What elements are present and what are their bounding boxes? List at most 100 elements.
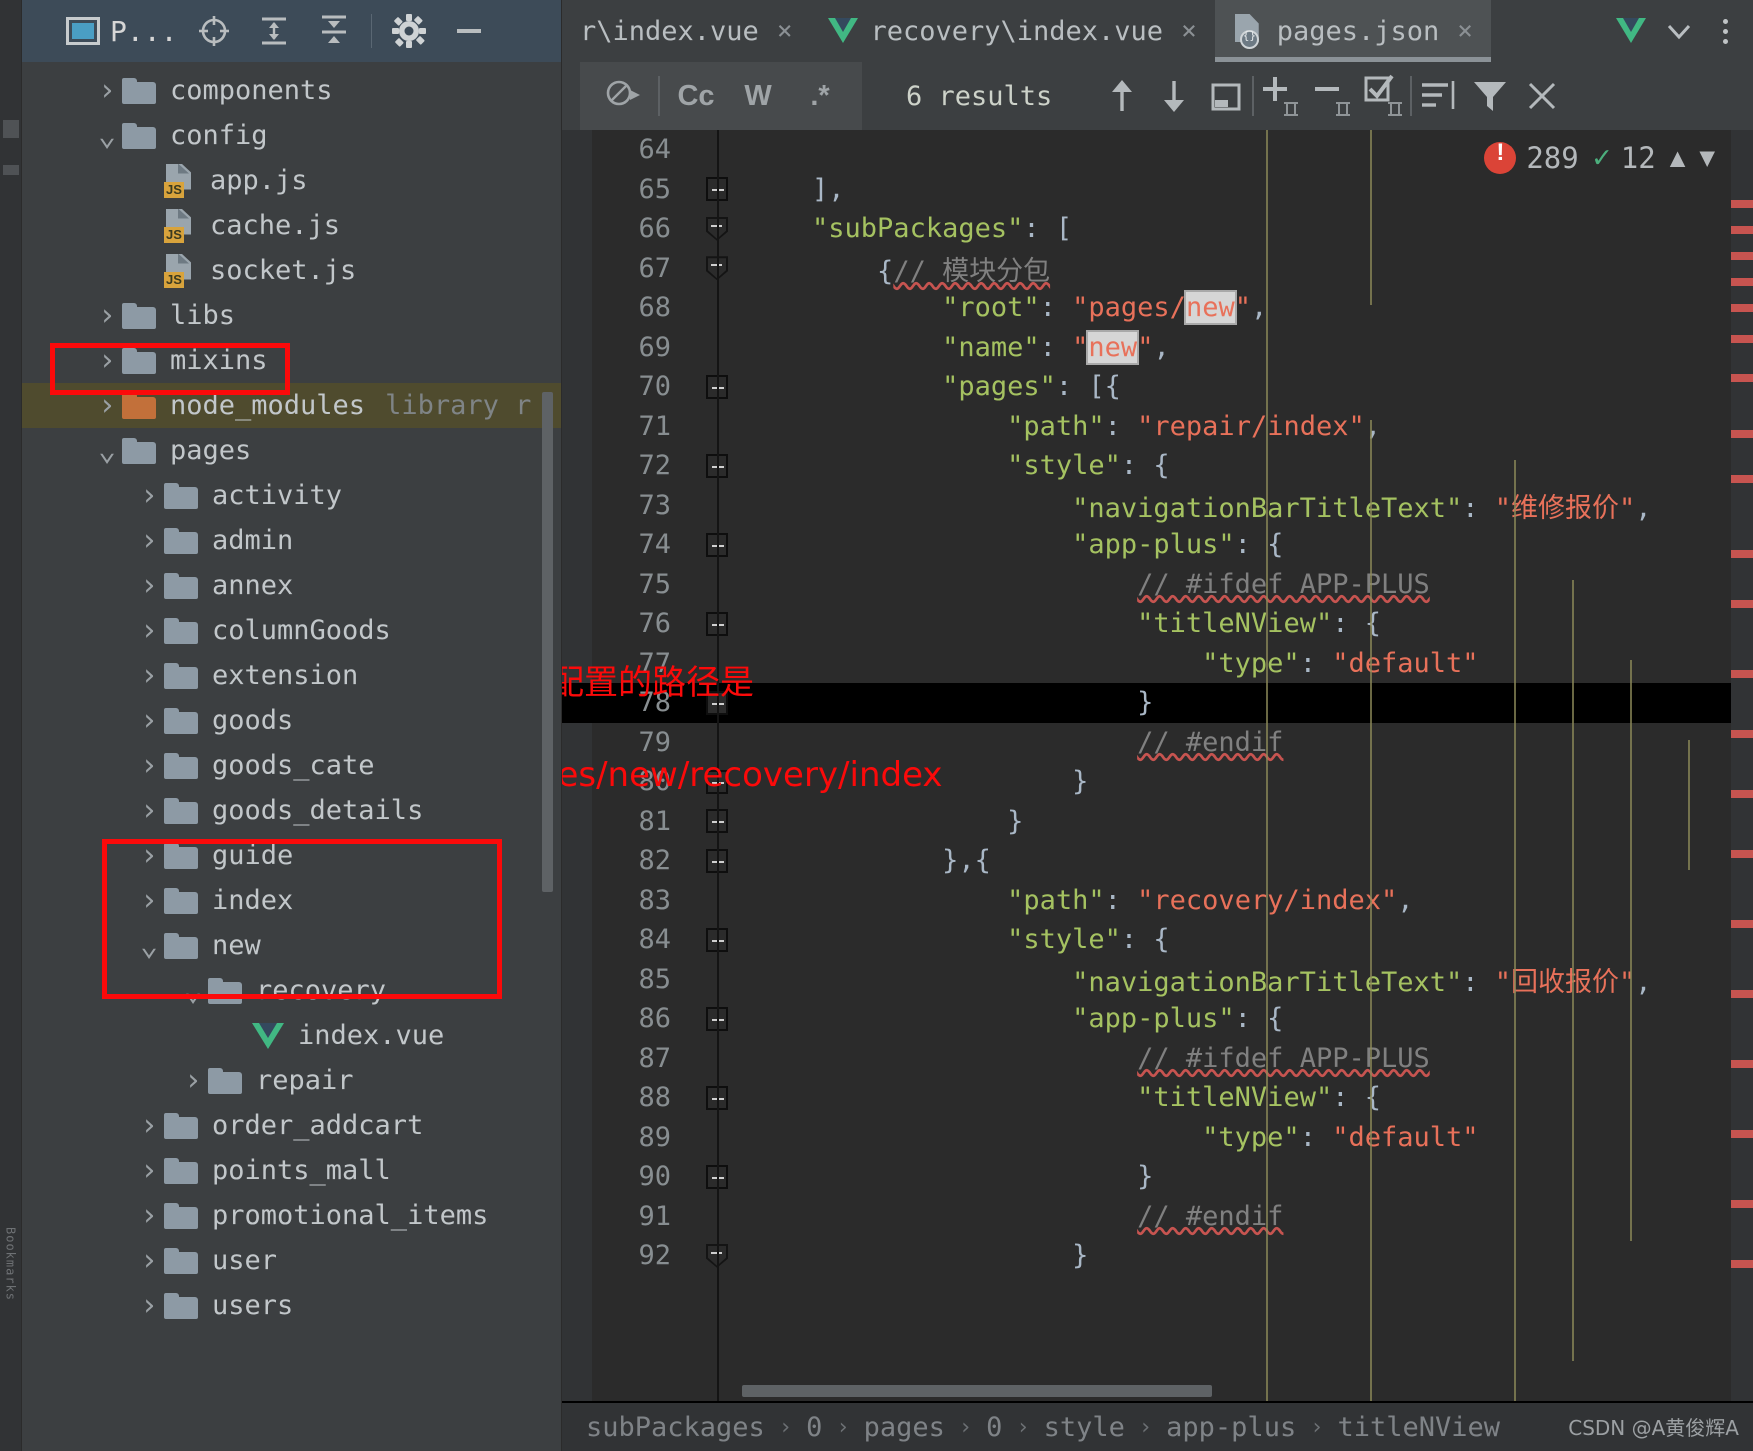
chevron-down-icon[interactable]: ⌄	[134, 930, 164, 960]
chevron-right-icon[interactable]: ›	[92, 388, 122, 423]
chevron-right-icon[interactable]: ›	[134, 1108, 164, 1143]
arrow-down-icon[interactable]	[1148, 70, 1200, 122]
tree-item-index-vue[interactable]: ›index.vue	[22, 1013, 561, 1058]
chevron-right-icon[interactable]: ›	[134, 658, 164, 693]
error-count-badge[interactable]: 289	[1484, 139, 1579, 175]
close-icon[interactable]	[1516, 70, 1568, 122]
vue-indicator-icon[interactable]	[1609, 9, 1653, 53]
scrollbar-thumb[interactable]	[742, 1385, 1212, 1397]
code-line[interactable]: 68 "root": "pages/new",	[562, 288, 1753, 328]
select-in-editor-icon[interactable]	[1200, 70, 1252, 122]
tree-item-recovery[interactable]: ⌄ recovery	[22, 968, 561, 1013]
chevron-right-icon[interactable]: ›	[134, 613, 164, 648]
tree-item-new[interactable]: ⌄ new	[22, 923, 561, 968]
code-line[interactable]: 91 // #endif	[562, 1197, 1753, 1237]
tree-item-promotional-items[interactable]: › promotional_items	[22, 1193, 561, 1238]
expand-all-icon[interactable]	[251, 8, 297, 54]
bookmarks-tool-label[interactable]: Bookmarks	[4, 1227, 18, 1301]
tree-item-annex[interactable]: › annex	[22, 563, 561, 608]
minimize-icon[interactable]	[446, 8, 492, 54]
code-line[interactable]: 74 "app-plus": {	[562, 525, 1753, 565]
tree-item-columngoods[interactable]: › columnGoods	[22, 608, 561, 653]
chevron-right-icon[interactable]: ›	[134, 523, 164, 558]
chevron-right-icon[interactable]: ›	[134, 1288, 164, 1323]
code-line[interactable]: 81 }	[562, 802, 1753, 842]
close-icon[interactable]: ×	[777, 16, 793, 46]
sort-icon[interactable]	[1412, 70, 1464, 122]
project-file-tree[interactable]: › components ⌄ config › JS app.js › JS cache.js › J…	[22, 62, 561, 1451]
code-line[interactable]: 73 "navigationBarTitleText": "维修报价",	[562, 486, 1753, 526]
chevron-right-icon[interactable]: ›	[134, 793, 164, 828]
code-line[interactable]: 66 "subPackages": [	[562, 209, 1753, 249]
breadcrumb-item[interactable]: 0	[986, 1412, 1002, 1443]
tree-item-socket-js[interactable]: ›JSsocket.js	[22, 248, 561, 293]
regex-toggle[interactable]: .*	[794, 70, 846, 122]
check-all-icon[interactable]	[1358, 70, 1410, 122]
tree-item-user[interactable]: › user	[22, 1238, 561, 1283]
code-line[interactable]: 65 ],	[562, 170, 1753, 210]
chevron-right-icon[interactable]: ›	[134, 838, 164, 873]
collapse-all-icon[interactable]	[311, 8, 357, 54]
chevron-right-icon[interactable]: ›	[134, 1243, 164, 1278]
code-line[interactable]: 69 "name": "new",	[562, 328, 1753, 368]
code-editor[interactable]: 64 65 ], 66 "subPackages": [67 {// 模块分包 68 …	[562, 130, 1753, 1401]
tree-item-users[interactable]: › users	[22, 1283, 561, 1328]
chevron-right-icon[interactable]: ›	[92, 343, 122, 378]
chevron-down-icon[interactable]	[1657, 9, 1701, 53]
chevron-down-icon[interactable]: ⌄	[178, 975, 208, 1005]
chevron-right-icon[interactable]: ›	[134, 568, 164, 603]
close-icon[interactable]: ×	[1181, 16, 1197, 46]
code-line[interactable]: 89 "type": "default"	[562, 1118, 1753, 1158]
warning-count-badge[interactable]: ✓ 12	[1593, 140, 1656, 175]
code-line[interactable]: 85 "navigationBarTitleText": "回收报价",	[562, 960, 1753, 1000]
match-case-toggle[interactable]: Cc	[670, 70, 722, 122]
locate-icon[interactable]	[191, 8, 237, 54]
breadcrumb-item[interactable]: pages	[864, 1412, 945, 1443]
breadcrumb-item[interactable]: titleNView	[1337, 1412, 1500, 1443]
breadcrumb-item[interactable]: app-plus	[1166, 1412, 1296, 1443]
sidebar-scrollbar[interactable]	[542, 392, 553, 892]
tree-item-admin[interactable]: › admin	[22, 518, 561, 563]
gear-icon[interactable]	[386, 8, 432, 54]
breadcrumb-item[interactable]: subPackages	[586, 1412, 765, 1443]
horizontal-scrollbar[interactable]	[742, 1385, 1723, 1397]
code-line[interactable]: 72 "style": {	[562, 446, 1753, 486]
kebab-icon[interactable]	[1705, 9, 1745, 53]
tree-item-index[interactable]: › index	[22, 878, 561, 923]
code-line[interactable]: 82 },{	[562, 841, 1753, 881]
tree-item-guide[interactable]: › guide	[22, 833, 561, 878]
tree-item-app-js[interactable]: ›JSapp.js	[22, 158, 561, 203]
tree-item-activity[interactable]: › activity	[22, 473, 561, 518]
code-line[interactable]: 86 "app-plus": {	[562, 999, 1753, 1039]
tree-item-pages[interactable]: ⌄ pages	[22, 428, 561, 473]
tree-item-goods-details[interactable]: › goods_details	[22, 788, 561, 833]
tree-item-node-modules[interactable]: › node_modules library r	[22, 383, 561, 428]
remove-all-icon[interactable]	[1306, 70, 1358, 122]
code-line[interactable]: 92 }	[562, 1236, 1753, 1276]
chevron-down-icon[interactable]: ⌄	[92, 120, 122, 150]
code-line[interactable]: 83 "path": "recovery/index",	[562, 881, 1753, 921]
breadcrumb-item[interactable]: style	[1044, 1412, 1125, 1443]
tree-item-repair[interactable]: › repair	[22, 1058, 561, 1103]
tab-repair-index-vue[interactable]: r\index.vue ×	[562, 0, 811, 62]
tree-item-points-mall[interactable]: › points_mall	[22, 1148, 561, 1193]
chevron-right-icon[interactable]: ›	[134, 883, 164, 918]
error-stripe[interactable]	[1731, 130, 1753, 1401]
chevron-right-icon[interactable]: ›	[134, 1153, 164, 1188]
code-line[interactable]: 70 "pages": [{	[562, 367, 1753, 407]
tab-recovery-index-vue[interactable]: recovery\index.vue ×	[810, 0, 1215, 62]
code-line[interactable]: 75 // #ifdef APP-PLUS	[562, 565, 1753, 605]
tree-item-extension[interactable]: › extension	[22, 653, 561, 698]
arrow-up-icon[interactable]	[1096, 70, 1148, 122]
breadcrumb-item[interactable]: 0	[806, 1412, 822, 1443]
filter-icon[interactable]	[1464, 70, 1516, 122]
chevron-right-icon[interactable]: ›	[92, 73, 122, 108]
chevron-right-icon[interactable]: ›	[134, 703, 164, 738]
chevron-right-icon[interactable]: ›	[134, 1198, 164, 1233]
code-line[interactable]: 67 {// 模块分包	[562, 249, 1753, 289]
code-line[interactable]: 76 "titleNView": {	[562, 604, 1753, 644]
tree-item-components[interactable]: › components	[22, 68, 561, 113]
tree-item-config[interactable]: ⌄ config	[22, 113, 561, 158]
chevron-right-icon[interactable]: ›	[178, 1063, 208, 1098]
chevron-right-icon[interactable]: ›	[134, 748, 164, 783]
